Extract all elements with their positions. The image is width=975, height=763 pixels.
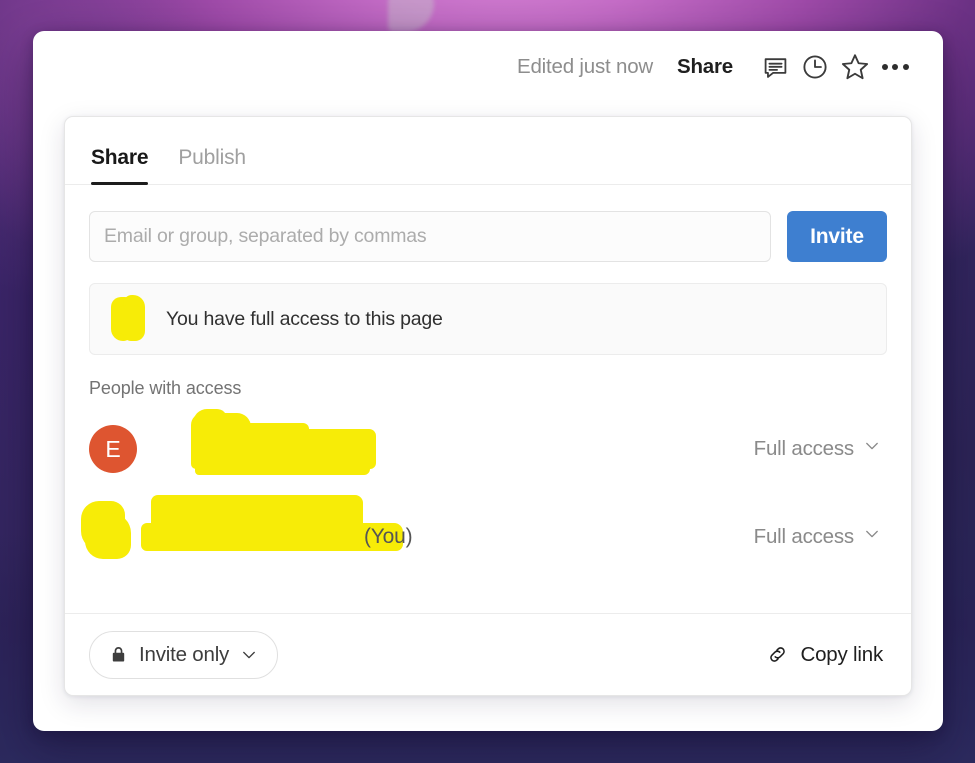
window-topbar: Edited just now Share (33, 31, 943, 103)
copy-link-button[interactable]: Copy link (766, 643, 887, 667)
copy-link-label: Copy link (800, 642, 883, 666)
visibility-dropdown-button[interactable]: Invite only (89, 630, 279, 679)
share-dialog-footer: Invite only Copy link (65, 613, 911, 695)
lock-icon (109, 645, 128, 664)
access-level-label: Full access (753, 525, 855, 548)
table-row: E Full access (89, 405, 887, 493)
full-access-banner-text: You have full access to this page (166, 307, 443, 330)
invite-submit-button[interactable]: Invite (787, 211, 887, 262)
chevron-down-icon (863, 525, 881, 549)
banner-avatar-redacted (106, 293, 152, 345)
history-clock-icon[interactable] (795, 47, 835, 87)
person-name-redacted: (You) (141, 495, 451, 561)
obscured-top-artifact (388, 0, 434, 32)
access-level-dropdown[interactable]: Full access (754, 525, 887, 549)
person-name-suffix: (You) (364, 525, 413, 548)
people-with-access-list: E Full access (You) Full access (81, 405, 887, 581)
invite-row: Invite (65, 185, 911, 262)
tab-publish[interactable]: Publish (178, 146, 246, 184)
visibility-label: Invite only (139, 642, 230, 666)
share-dialog: Share Publish Invite You have full acces… (64, 116, 912, 696)
tab-share[interactable]: Share (91, 146, 149, 185)
more-options-dots (881, 64, 909, 70)
share-dialog-tabs: Share Publish (65, 117, 911, 185)
people-with-access-header: People with access (89, 378, 242, 398)
access-level-dropdown[interactable]: Full access (754, 437, 887, 461)
link-icon (766, 643, 789, 666)
access-level-label: Full access (753, 437, 855, 460)
star-icon[interactable] (835, 47, 875, 87)
invite-email-input[interactable] (89, 211, 771, 262)
edited-status-label: Edited just now (516, 55, 654, 78)
full-access-banner: You have full access to this page (89, 283, 887, 355)
table-row: (You) Full access (81, 493, 887, 581)
person-name-redacted (151, 409, 411, 475)
avatar (81, 501, 137, 565)
app-window: Edited just now Share Share Publish Emai… (33, 31, 943, 731)
share-button[interactable]: Share (677, 55, 733, 79)
person-identity: (You) (81, 495, 754, 565)
comment-icon[interactable] (755, 47, 795, 87)
chevron-down-icon (863, 437, 881, 461)
person-identity: E (89, 409, 754, 475)
more-options-icon[interactable] (875, 47, 915, 87)
avatar: E (89, 425, 137, 473)
chevron-down-icon (240, 646, 258, 664)
